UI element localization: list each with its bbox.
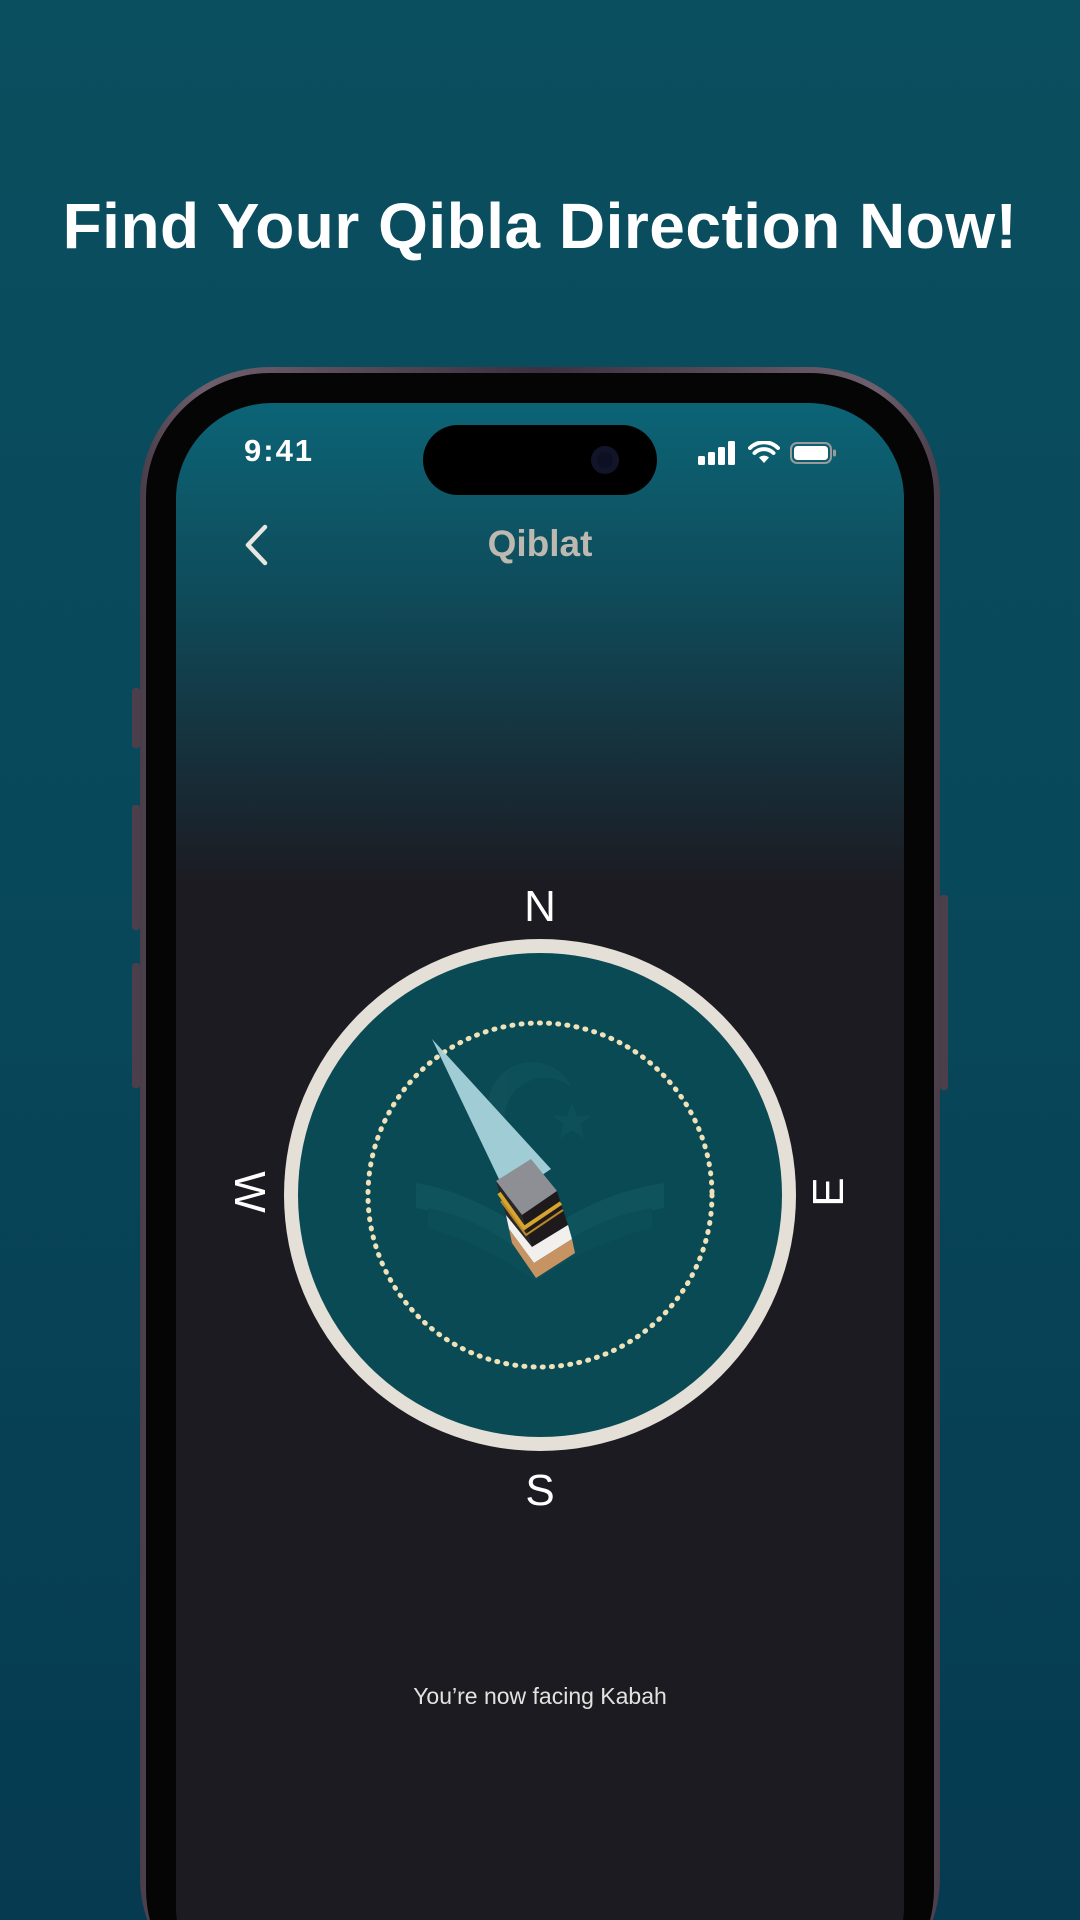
silent-switch [132, 688, 140, 748]
volume-down-button [132, 963, 140, 1088]
power-button [940, 895, 948, 1090]
compass-east-label: E [804, 1177, 853, 1207]
phone-screen: 9:41 Qiblat N S W E You’re now facing Ka… [176, 403, 904, 1920]
compass-south-label: S [525, 1466, 555, 1515]
volume-up-button [132, 805, 140, 930]
compass-north-label: N [524, 882, 556, 931]
compass-west-label: W [225, 1171, 274, 1213]
qibla-status-message: You’re now facing Kabah [413, 1683, 667, 1709]
promo-headline: Find Your Qibla Direction Now! [62, 190, 1018, 262]
